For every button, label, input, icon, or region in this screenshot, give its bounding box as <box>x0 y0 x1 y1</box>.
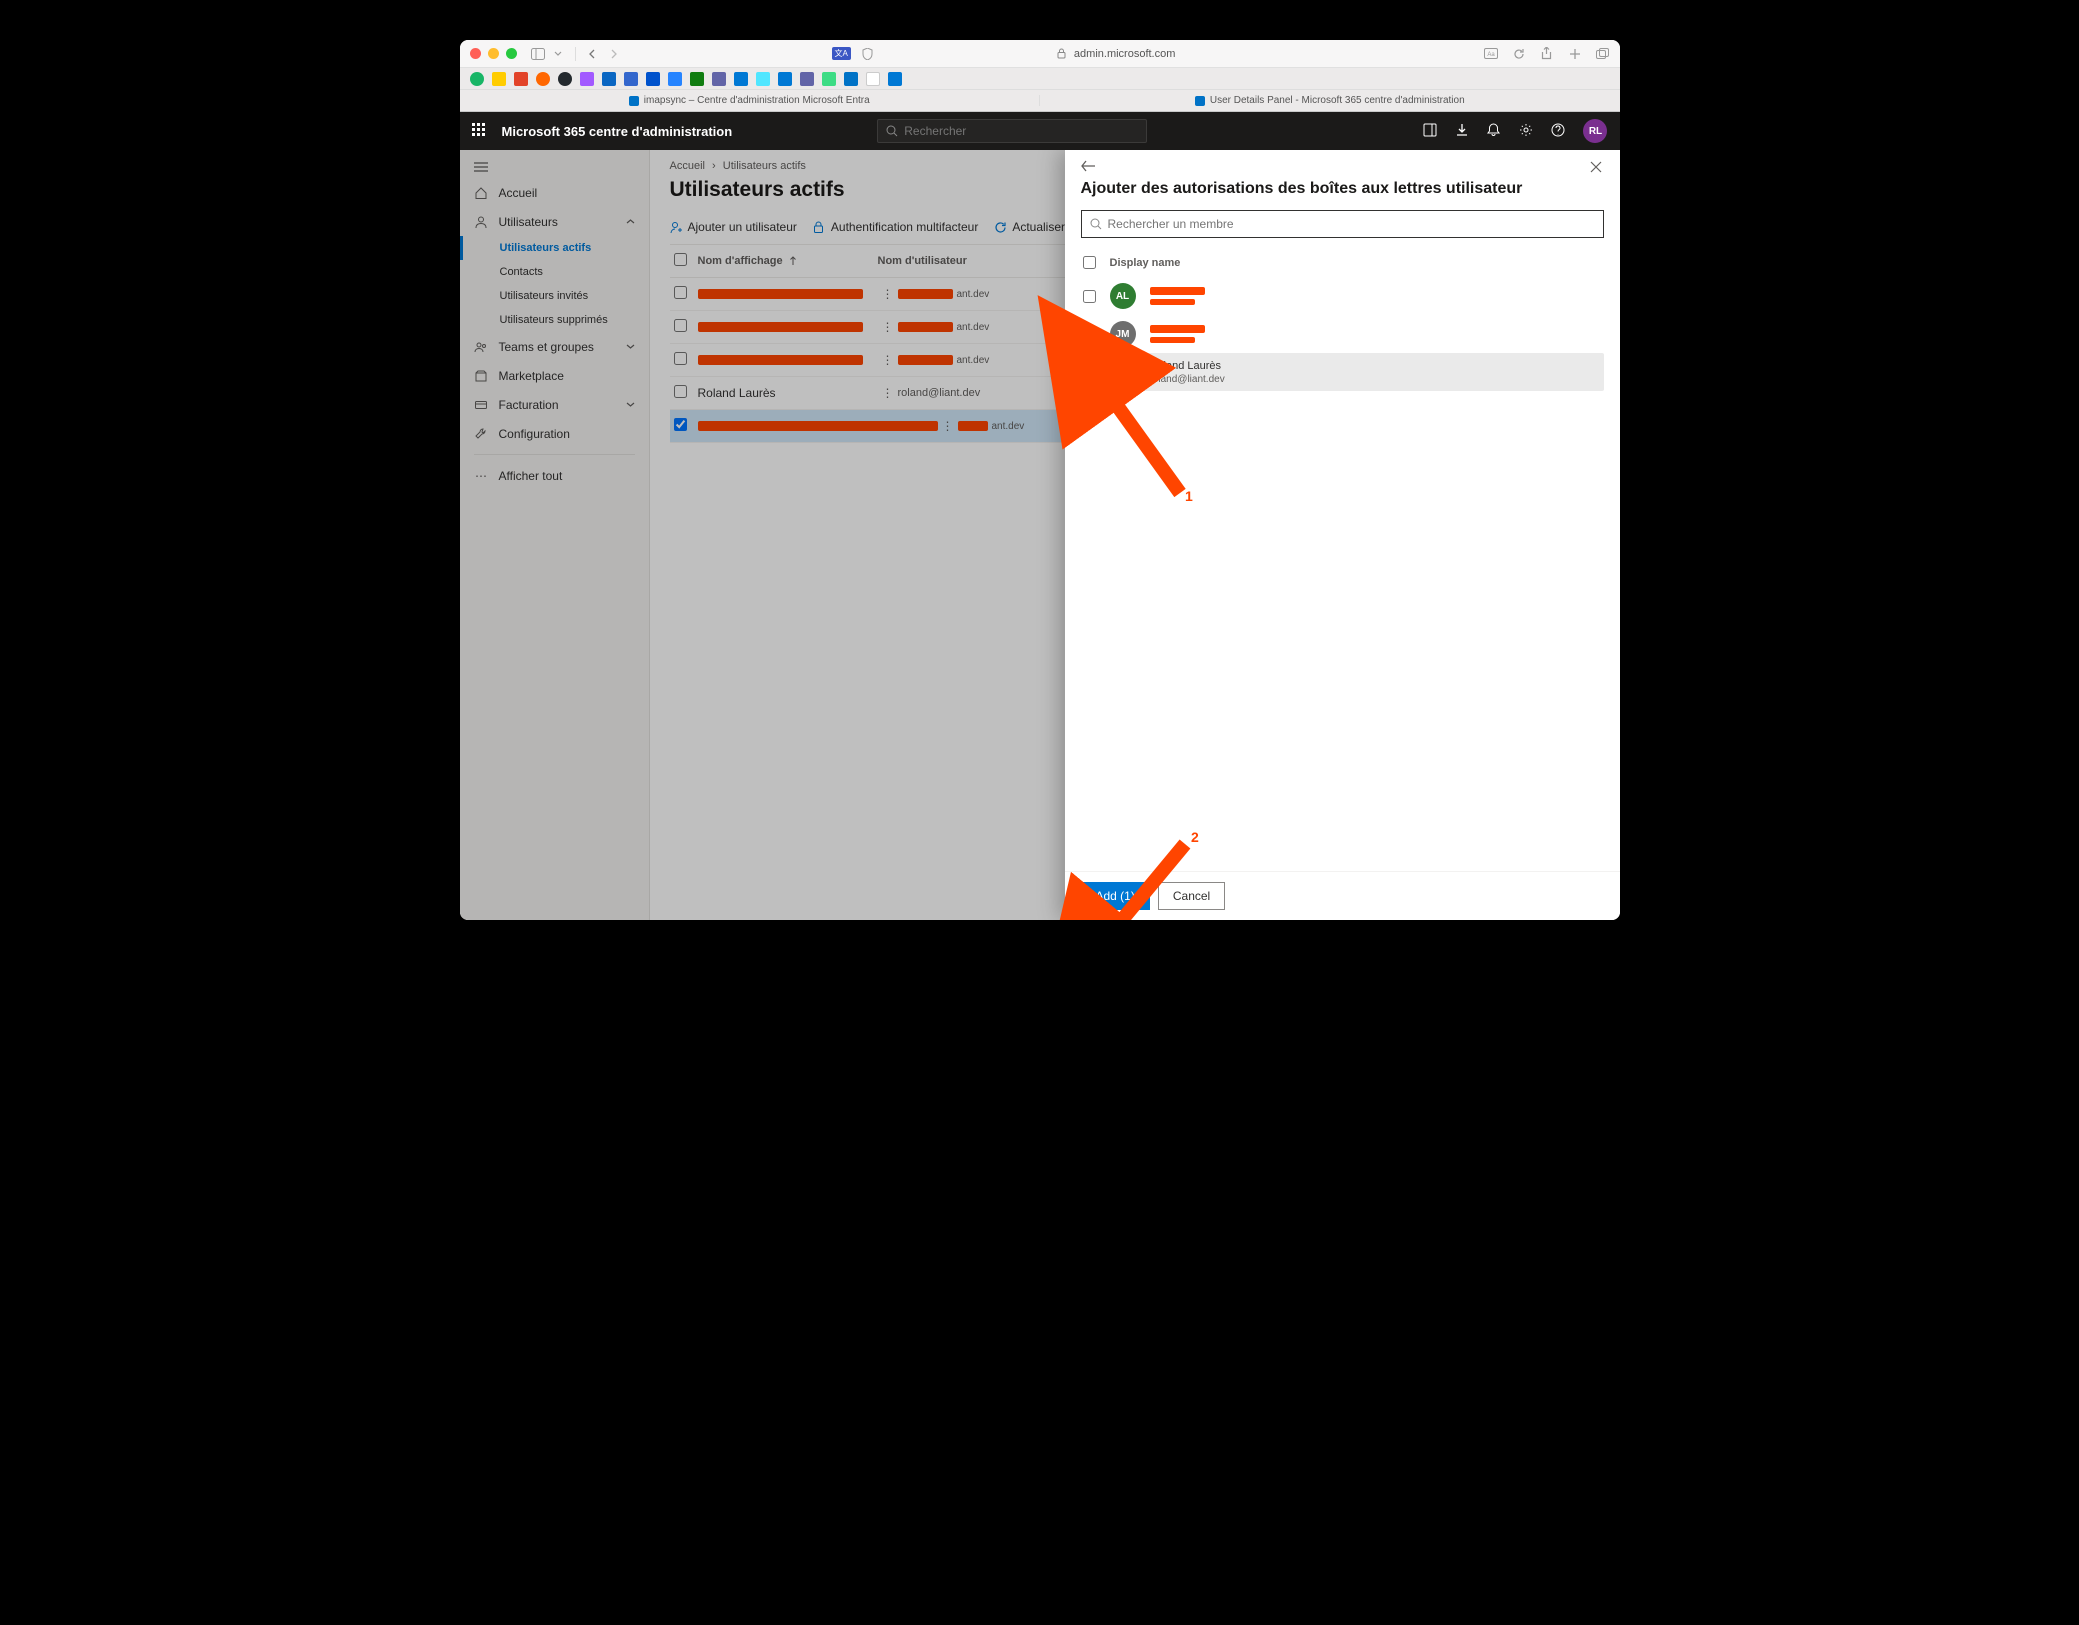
favicon-icon[interactable] <box>734 72 748 86</box>
gear-icon[interactable] <box>1519 123 1535 139</box>
new-tab-icon[interactable] <box>1568 47 1582 61</box>
app-brand: Microsoft 365 centre d'administration <box>502 124 733 139</box>
member-checkbox[interactable] <box>1083 366 1096 379</box>
panel-title: Ajouter des autorisations des boîtes aux… <box>1065 180 1620 210</box>
app-launcher-icon[interactable] <box>472 123 488 139</box>
cancel-button[interactable]: Cancel <box>1158 882 1225 910</box>
member-row[interactable]: JM <box>1081 315 1604 353</box>
browser-tab[interactable]: imapsync – Centre d'administration Micro… <box>460 95 1041 106</box>
favicon-icon[interactable] <box>756 72 770 86</box>
redacted-name <box>1150 287 1205 295</box>
sidebar-toggle-icon[interactable] <box>531 47 545 61</box>
favicon-icon[interactable] <box>668 72 682 86</box>
search-icon <box>886 125 898 137</box>
member-checkbox[interactable] <box>1083 328 1096 341</box>
tab-label: User Details Panel - Microsoft 365 centr… <box>1210 95 1465 106</box>
favicon-icon[interactable] <box>624 72 638 86</box>
search-icon <box>1090 218 1102 230</box>
address-bar-url[interactable]: admin.microsoft.com <box>1074 48 1175 60</box>
tab-label: imapsync – Centre d'administration Micro… <box>644 95 870 106</box>
forward-icon[interactable] <box>606 47 620 61</box>
help-icon[interactable] <box>1551 123 1567 139</box>
app-header: Microsoft 365 centre d'administration RL <box>460 112 1620 150</box>
member-checkbox[interactable] <box>1083 290 1096 303</box>
member-row[interactable]: AL <box>1081 277 1604 315</box>
panel-close-icon[interactable] <box>1590 161 1604 175</box>
panel-search-input[interactable] <box>1108 217 1595 231</box>
favicon-icon[interactable] <box>844 72 858 86</box>
download-icon[interactable] <box>1455 123 1471 139</box>
panel-icon[interactable] <box>1423 123 1439 139</box>
add-permissions-panel: Ajouter des autorisations des boîtes aux… <box>1065 150 1620 920</box>
redacted-email <box>1150 299 1195 305</box>
global-search[interactable] <box>877 119 1147 143</box>
search-input[interactable] <box>904 124 1138 138</box>
shield-icon[interactable] <box>861 47 875 61</box>
favicon-icon[interactable] <box>492 72 506 86</box>
favicon-icon[interactable] <box>888 72 902 86</box>
add-button[interactable]: Add (1) <box>1081 882 1150 910</box>
tab-favicon-icon <box>1195 96 1205 106</box>
member-avatar: JM <box>1110 321 1136 347</box>
browser-titlebar: 文A admin.microsoft.com Aa <box>460 40 1620 68</box>
browser-tabs: imapsync – Centre d'administration Micro… <box>460 90 1620 112</box>
user-avatar[interactable]: RL <box>1583 119 1607 143</box>
panel-column-display: Display name <box>1110 257 1181 269</box>
favicon-icon[interactable] <box>580 72 594 86</box>
redacted-email <box>1150 337 1195 343</box>
bookmarks-bar <box>460 68 1620 90</box>
favicon-icon[interactable] <box>558 72 572 86</box>
panel-search[interactable] <box>1081 210 1604 238</box>
favicon-icon[interactable] <box>470 72 484 86</box>
tabs-icon[interactable] <box>1596 47 1610 61</box>
member-name: Roland Laurès <box>1150 360 1225 372</box>
chevron-down-icon[interactable] <box>551 47 565 61</box>
favicon-icon[interactable] <box>800 72 814 86</box>
window-zoom-icon[interactable] <box>506 48 517 59</box>
member-row[interactable]: RL Roland Laurès roland@liant.dev <box>1081 353 1604 391</box>
favicon-icon[interactable] <box>866 72 880 86</box>
tab-favicon-icon <box>629 96 639 106</box>
bell-icon[interactable] <box>1487 123 1503 139</box>
panel-select-all-checkbox[interactable] <box>1083 256 1096 269</box>
favicon-icon[interactable] <box>822 72 836 86</box>
favicon-icon[interactable] <box>602 72 616 86</box>
window-close-icon[interactable] <box>470 48 481 59</box>
svg-text:Aa: Aa <box>1487 52 1495 58</box>
member-avatar: RL <box>1110 359 1136 385</box>
favicon-icon[interactable] <box>778 72 792 86</box>
redacted-name <box>1150 325 1205 333</box>
member-email: roland@liant.dev <box>1150 374 1225 385</box>
favicon-icon[interactable] <box>690 72 704 86</box>
reload-icon[interactable] <box>1512 47 1526 61</box>
lock-icon <box>1057 48 1068 59</box>
reader-icon[interactable]: Aa <box>1484 47 1498 61</box>
back-icon[interactable] <box>586 47 600 61</box>
favicon-icon[interactable] <box>536 72 550 86</box>
member-avatar: AL <box>1110 283 1136 309</box>
window-minimize-icon[interactable] <box>488 48 499 59</box>
translate-badge-icon[interactable]: 文A <box>832 47 851 60</box>
share-icon[interactable] <box>1540 47 1554 61</box>
favicon-icon[interactable] <box>514 72 528 86</box>
favicon-icon[interactable] <box>646 72 660 86</box>
browser-tab[interactable]: User Details Panel - Microsoft 365 centr… <box>1040 95 1620 106</box>
favicon-icon[interactable] <box>712 72 726 86</box>
panel-back-icon[interactable] <box>1081 160 1097 176</box>
